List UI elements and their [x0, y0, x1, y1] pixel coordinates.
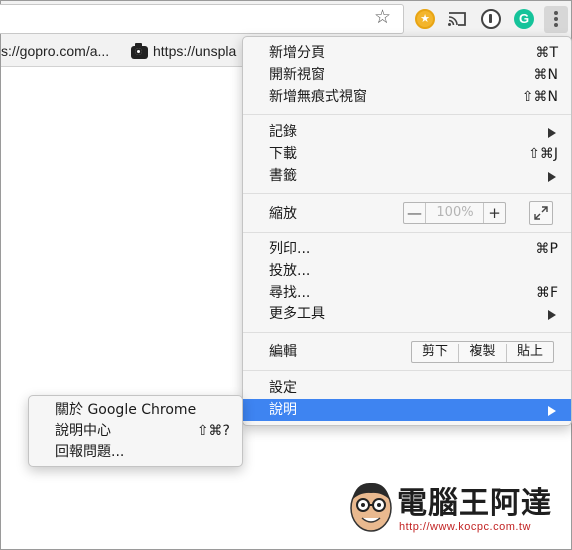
menu-item-zoom: 縮放 — 100% +: [243, 201, 571, 225]
bookmark-item[interactable]: https://unspla: [153, 43, 236, 59]
menu-item-shortcut: ⌘P: [535, 241, 558, 257]
menu-item-help[interactable]: 說明: [243, 399, 571, 421]
menu-item-new-tab[interactable]: 新增分頁 ⌘T: [243, 42, 571, 64]
cast-icon[interactable]: [447, 11, 467, 27]
submenu-arrow-icon: [548, 406, 556, 416]
menu-item-downloads[interactable]: 下載 ⇧⌘J: [243, 143, 571, 165]
menu-dot-icon: [554, 17, 558, 21]
menu-item-print[interactable]: 列印... ⌘P: [243, 238, 571, 260]
watermark-url: http://www.kocpc.com.tw: [399, 521, 531, 533]
menu-item-about-chrome[interactable]: 關於 Google Chrome: [29, 400, 242, 421]
chrome-main-menu: 新增分頁 ⌘T 開新視窗 ⌘N 新增無痕式視窗 ⇧⌘N 記錄 下載 ⇧⌘J 書籤…: [242, 36, 572, 426]
menu-dot-icon: [554, 11, 558, 15]
menu-item-label: 尋找...: [269, 285, 311, 301]
edit-controls: 剪下 複製 貼上: [411, 341, 554, 363]
cut-button[interactable]: 剪下: [412, 344, 459, 362]
menu-item-label: 說明: [269, 402, 297, 418]
password-manager-icon[interactable]: [481, 9, 501, 29]
menu-item-label: 書籤: [269, 168, 297, 184]
paste-button[interactable]: 貼上: [507, 344, 553, 362]
submenu-arrow-icon: [548, 128, 556, 138]
copy-button[interactable]: 複製: [459, 344, 507, 362]
menu-item-shortcut: ⇧⌘N: [521, 89, 558, 105]
menu-item-label: 回報問題...: [55, 444, 125, 460]
menu-item-more-tools[interactable]: 更多工具: [243, 303, 571, 325]
menu-item-label: 設定: [269, 380, 297, 396]
fullscreen-button[interactable]: [529, 201, 553, 225]
menu-item-label: 縮放: [269, 206, 297, 222]
menu-item-label: 開新視窗: [269, 67, 325, 83]
menu-item-incognito[interactable]: 新增無痕式視窗 ⇧⌘N: [243, 86, 571, 108]
menu-item-cast[interactable]: 投放...: [243, 260, 571, 282]
menu-item-label: 編輯: [269, 344, 297, 360]
menu-item-shortcut: ⇧⌘?: [196, 423, 230, 439]
bookmark-star-icon[interactable]: ☆: [374, 7, 391, 27]
zoom-level: 100%: [436, 205, 474, 220]
submenu-arrow-icon: [548, 172, 556, 182]
menu-separator: [243, 193, 571, 194]
menu-item-label: 新增無痕式視窗: [269, 89, 367, 105]
watermark-title: 電腦王阿達: [397, 486, 552, 521]
menu-item-find[interactable]: 尋找... ⌘F: [243, 282, 571, 304]
menu-item-label: 列印...: [269, 241, 311, 257]
menu-item-settings[interactable]: 設定: [243, 377, 571, 399]
mascot-logo-icon: [346, 478, 396, 534]
bookmark-item[interactable]: s://gopro.com/a...: [1, 43, 109, 59]
menu-item-help-center[interactable]: 說明中心 ⇧⌘?: [29, 421, 242, 442]
menu-item-shortcut: ⌘N: [533, 67, 558, 83]
menu-item-label: 說明中心: [55, 423, 111, 439]
zoom-out-button[interactable]: —: [404, 203, 426, 223]
menu-separator: [243, 370, 571, 371]
menu-separator: [243, 332, 571, 333]
menu-item-label: 記錄: [269, 124, 297, 140]
help-submenu: 關於 Google Chrome 說明中心 ⇧⌘? 回報問題...: [28, 395, 243, 467]
menu-item-edit: 編輯 剪下 複製 貼上: [243, 341, 571, 363]
menu-item-bookmarks[interactable]: 書籤: [243, 165, 571, 187]
menu-item-label: 下載: [269, 146, 297, 162]
menu-item-label: 更多工具: [269, 306, 325, 322]
camera-icon: [131, 43, 148, 59]
browser-toolbar: ☆ ★ G: [0, 1, 571, 37]
menu-item-label: 新增分頁: [269, 45, 325, 61]
menu-item-shortcut: ⌘T: [535, 45, 558, 61]
menu-separator: [243, 232, 571, 233]
menu-item-new-window[interactable]: 開新視窗 ⌘N: [243, 64, 571, 86]
menu-dot-icon: [554, 23, 558, 27]
watermark: 電腦王阿達 http://www.kocpc.com.tw: [341, 476, 561, 544]
menu-item-history[interactable]: 記錄: [243, 121, 571, 143]
menu-item-label: 關於 Google Chrome: [55, 402, 197, 418]
menu-item-report-issue[interactable]: 回報問題...: [29, 442, 242, 463]
menu-separator: [243, 114, 571, 115]
menu-item-shortcut: ⌘F: [535, 285, 558, 301]
menu-item-shortcut: ⇧⌘J: [528, 146, 558, 162]
zoom-in-button[interactable]: +: [483, 203, 505, 223]
address-bar[interactable]: [0, 4, 404, 34]
grammarly-icon[interactable]: G: [514, 9, 534, 29]
chrome-menu-button[interactable]: [544, 6, 568, 33]
submenu-arrow-icon: [548, 310, 556, 320]
zoom-control: — 100% +: [403, 202, 506, 224]
menu-item-label: 投放...: [269, 263, 311, 279]
extension-star-icon[interactable]: ★: [415, 9, 435, 29]
fullscreen-icon: [534, 206, 548, 220]
